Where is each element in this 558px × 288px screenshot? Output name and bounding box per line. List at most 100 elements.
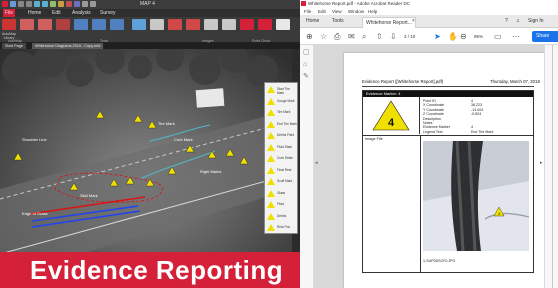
legend-row[interactable]: Glass	[267, 189, 297, 199]
move-leader-icon[interactable]	[168, 19, 182, 30]
map-app-titlebar: MAP 4	[0, 0, 300, 9]
legend-row[interactable]: Debris	[267, 212, 297, 222]
close-tab-icon[interactable]: ×	[412, 18, 415, 25]
app-logo-icon[interactable]	[2, 1, 8, 7]
create-icon[interactable]: ⊕	[306, 32, 313, 41]
legend-row[interactable]: Debris Field	[267, 131, 297, 141]
legend-marker-icon	[267, 143, 275, 151]
title-rule	[362, 86, 534, 87]
scene-label-shoulder-line: Shoulder Line	[22, 137, 47, 142]
legend-marker-icon	[267, 132, 275, 139]
cursor-icon[interactable]: ➤	[434, 32, 441, 41]
zoom-level[interactable]: 95%	[474, 32, 483, 41]
save-icon[interactable]	[10, 1, 16, 7]
import-line-icon[interactable]	[276, 19, 290, 30]
select-icon[interactable]	[50, 1, 56, 7]
map-app-menubar: File Home Edit Analysis Survey	[0, 9, 300, 17]
settings-icon[interactable]	[90, 1, 96, 7]
bell-icon[interactable]: ♫	[516, 18, 520, 25]
curved-leader-icon[interactable]	[186, 19, 200, 30]
legend-label: Debris Field	[277, 133, 295, 137]
pdf-menu-view[interactable]: View	[332, 8, 342, 15]
legend-row[interactable]: Scuff Mark	[267, 177, 297, 187]
pdf-menu-edit[interactable]: Edit	[318, 8, 326, 15]
legend-row[interactable]: Rest Pos	[267, 223, 297, 233]
undo-icon[interactable]	[18, 1, 24, 7]
map-app-title: MAP 4	[140, 1, 155, 7]
pdf-page: Evidence Report ([Whitehorse Report].pdf…	[344, 53, 544, 288]
redo-icon[interactable]	[26, 1, 32, 7]
page-indicator[interactable]: 3 / 10	[404, 32, 430, 41]
menu-survey[interactable]: Survey	[100, 9, 116, 17]
import-image-icon[interactable]	[240, 19, 254, 30]
email-icon[interactable]: ✉	[348, 32, 355, 41]
legend-row[interactable]: Tire Mark	[267, 108, 297, 118]
import-pdf-icon[interactable]	[258, 19, 272, 30]
page-total: / 10	[407, 34, 416, 39]
legend-marker-icon	[267, 201, 275, 208]
pdf-toolbar: ⊕ ☆ ⎙ ✉ ⌕ ⇧ ⇩ 3 / 10 ➤ ✋ ⊖ 95% ▭ ⋯ Share	[300, 28, 558, 45]
pdf-tab-home[interactable]: Home	[306, 18, 319, 25]
line-options-icon[interactable]	[92, 19, 106, 30]
legend-row[interactable]: Start Tire Mark	[267, 85, 297, 95]
automap-library-icon[interactable]	[2, 19, 16, 30]
field-value: 4	[471, 125, 473, 130]
pdf-tab-document[interactable]: Whitehorse Report...	[362, 17, 416, 28]
evidence-measurement-icon[interactable]	[132, 19, 146, 30]
annotation-icon[interactable]	[150, 19, 164, 30]
legend-row[interactable]: Curb Strike	[267, 154, 297, 164]
sign-in-link[interactable]: Sign In	[528, 18, 544, 25]
pdf-scrollbar[interactable]	[552, 45, 553, 288]
legend-label: Tire Mark	[277, 110, 291, 114]
legend-marker-icon	[267, 212, 275, 220]
attachment-icon[interactable]: ⌂	[303, 61, 307, 69]
zoom-icon[interactable]	[34, 1, 40, 7]
recognize-2-icon[interactable]	[38, 19, 52, 30]
legend-row[interactable]: Fluid	[267, 200, 297, 210]
page-down-icon[interactable]: ⇩	[390, 32, 397, 41]
menu-analysis[interactable]: Analysis	[72, 9, 91, 17]
pan-icon[interactable]	[42, 1, 48, 7]
pdf-menu-help[interactable]: Help	[368, 8, 377, 15]
signature-icon[interactable]: ✎	[303, 73, 309, 81]
reference-points-icon[interactable]	[56, 19, 70, 30]
expand-right-panel-icon[interactable]: ▸	[540, 160, 543, 166]
more-icon[interactable]: ⋯	[512, 32, 520, 41]
leader-shape-icon[interactable]	[204, 19, 218, 30]
zoom-out-icon[interactable]: ⊖	[460, 32, 467, 41]
report-points-icon[interactable]	[74, 19, 88, 30]
legend-label: Debris	[277, 213, 287, 218]
measure-icon[interactable]	[58, 1, 64, 7]
share-button[interactable]: Share	[532, 31, 558, 42]
search-icon[interactable]: ⌕	[362, 32, 366, 41]
legend-row[interactable]: Gouge Mark	[267, 97, 297, 107]
recognize-icon[interactable]	[20, 19, 34, 30]
hand-icon[interactable]: ✋	[448, 32, 458, 41]
bookmark-icon[interactable]: ☆	[320, 32, 327, 41]
legend-label: Gouge Mark	[277, 98, 295, 103]
print-icon[interactable]: ⎙	[334, 32, 340, 41]
legend-row[interactable]: Fluid Stain	[267, 143, 297, 153]
menu-file[interactable]: File	[3, 9, 16, 17]
pdf-canvas[interactable]: Evidence Report ([Whitehorse Report].pdf…	[314, 45, 544, 288]
legend-label: Rest Pos	[277, 225, 290, 229]
legend-row[interactable]: Final Rest	[267, 166, 297, 176]
report-line-icon[interactable]	[110, 19, 124, 30]
menu-edit[interactable]: Edit	[52, 9, 61, 17]
edit-images-icon[interactable]	[222, 19, 236, 30]
point-icon[interactable]	[66, 1, 72, 7]
layer-icon[interactable]	[74, 1, 80, 7]
pdf-menu-file[interactable]: File	[304, 8, 311, 15]
pdf-menu-window[interactable]: Window	[348, 8, 364, 15]
pages-icon[interactable]: ▢	[303, 49, 310, 57]
menu-home[interactable]: Home	[28, 9, 41, 17]
pdf-tab-tools[interactable]: Tools	[332, 18, 344, 25]
print-icon[interactable]	[82, 1, 88, 7]
legend-row[interactable]: End Tire Mark	[267, 120, 297, 130]
help-icon[interactable]: ?	[505, 18, 508, 25]
expand-left-panel-icon[interactable]: ◂	[315, 160, 318, 166]
page-up-icon[interactable]: ⇧	[376, 32, 383, 41]
evidence-legend-panel: Start Tire Mark Gouge Mark Tire Mark End Ti…	[264, 82, 298, 234]
comment-icon[interactable]: ▭	[494, 32, 502, 41]
page-number-input[interactable]: 3	[404, 34, 407, 39]
